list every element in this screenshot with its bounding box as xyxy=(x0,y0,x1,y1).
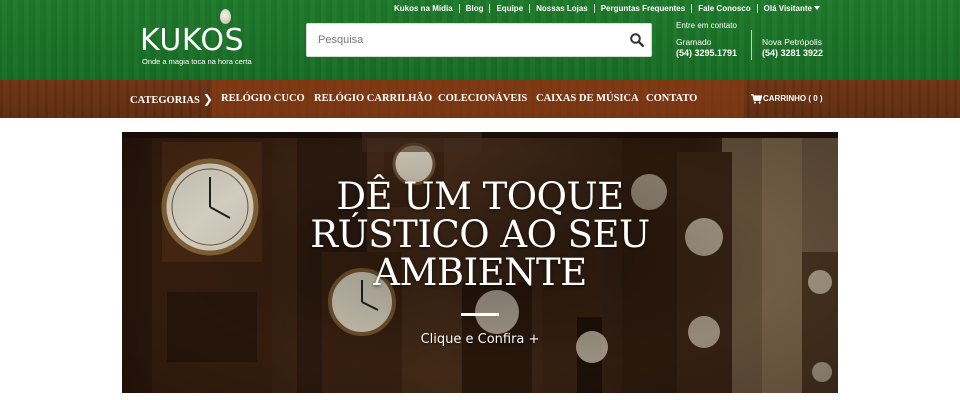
nav-item-relogio-cuco[interactable]: RELÓGIO CUCO xyxy=(221,80,305,118)
top-link-midia[interactable]: Kukos na Mídia xyxy=(388,4,459,13)
logo-drop-icon xyxy=(220,9,231,24)
top-link-blog[interactable]: Blog xyxy=(460,4,490,13)
contact-gramado: Gramado (54) 3295.1791 xyxy=(676,37,737,59)
top-header: Kukos na Mídia Blog Equipe Nossas Lojas … xyxy=(0,0,960,80)
user-menu-toggle[interactable]: Olá Visitante xyxy=(758,4,826,13)
cart-icon[interactable] xyxy=(751,94,762,104)
search-icon[interactable] xyxy=(629,32,645,48)
nav-item-caixas-de-musica[interactable]: CAIXAS DE MÚSICA xyxy=(536,80,639,118)
top-link-faq[interactable]: Perguntas Frequentes xyxy=(595,4,691,13)
categories-menu[interactable]: CATEGORIAS ❯ xyxy=(121,80,213,118)
search-box xyxy=(306,23,652,57)
contact-city: Nova Petrópolis xyxy=(762,37,823,47)
logo-tagline: Onde a magia toca na hora certa xyxy=(142,57,252,66)
main-nav: CATEGORIAS ❯ RELÓGIO CUCO RELÓGIO CARRILH… xyxy=(0,80,960,118)
top-link-equipe[interactable]: Equipe xyxy=(490,4,529,13)
cart-link[interactable]: CARRINHO ( 0 ) xyxy=(763,80,823,118)
top-links-bar: Kukos na Mídia Blog Equipe Nossas Lojas … xyxy=(388,2,826,14)
nav-item-relogio-carrilhao[interactable]: RELÓGIO CARRILHÃO xyxy=(314,80,432,118)
search-input[interactable] xyxy=(307,24,617,56)
chevron-right-icon: ❯ xyxy=(202,92,213,106)
hero-banner[interactable]: DÊ UM TOQUE RÚSTICO AO SEU AMBIENTE Cliq… xyxy=(122,132,838,393)
contact-title: Entre em contato xyxy=(676,21,737,30)
divider xyxy=(461,313,499,316)
contact-nova-petropolis: Nova Petrópolis (54) 3281 3922 xyxy=(762,37,823,59)
hero-cta-link[interactable]: Clique e Confira + xyxy=(380,332,580,347)
top-link-lojas[interactable]: Nossas Lojas xyxy=(530,4,594,13)
categories-label: CATEGORIAS xyxy=(130,95,200,106)
logo-wordmark: KUKOS xyxy=(140,23,245,58)
contact-phone[interactable]: (54) 3295.1791 xyxy=(676,48,737,59)
contact-phone[interactable]: (54) 3281 3922 xyxy=(762,48,823,59)
divider xyxy=(751,30,752,60)
caret-down-icon xyxy=(813,5,820,10)
site-logo[interactable]: KUKOS Onde a magia toca na hora certa xyxy=(140,8,265,70)
top-link-fale-conosco[interactable]: Fale Conosco xyxy=(692,4,756,13)
hero-title: DÊ UM TOQUE RÚSTICO AO SEU AMBIENTE xyxy=(310,175,650,294)
nav-item-contato[interactable]: CONTATO xyxy=(646,80,697,118)
user-greeting: Olá Visitante xyxy=(763,3,812,13)
contact-city: Gramado xyxy=(676,37,712,47)
nav-item-colecionaveis[interactable]: COLECIONÁVEIS xyxy=(438,80,527,118)
